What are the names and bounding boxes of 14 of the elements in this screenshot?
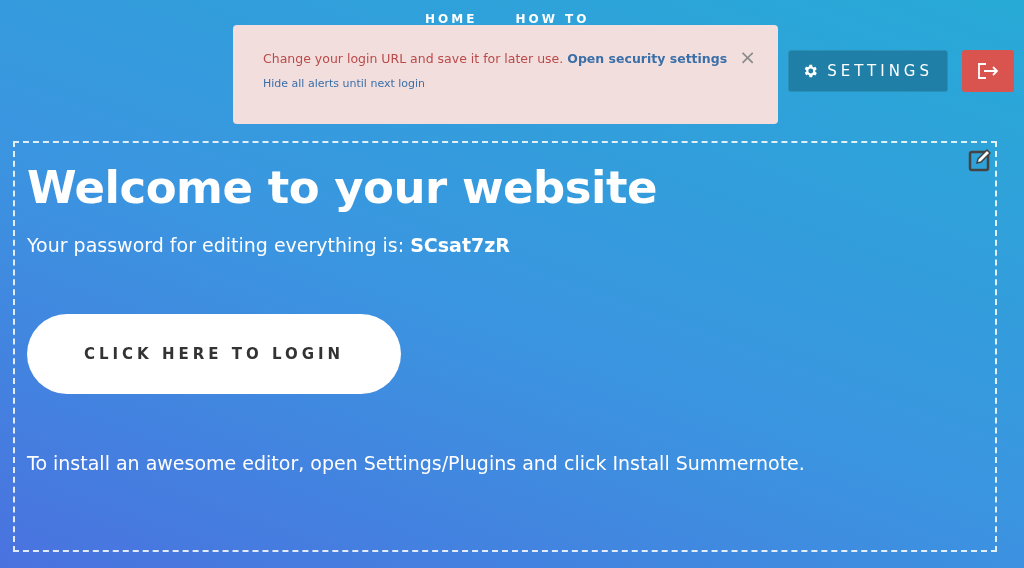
nav-link[interactable]: HOME <box>425 12 478 26</box>
settings-button[interactable]: SETTINGS <box>788 50 948 92</box>
logout-icon <box>977 62 999 80</box>
password-text: Your password for editing everything is: SCsat7zR <box>27 234 511 256</box>
page-heading: Welcome to your website <box>27 161 658 214</box>
alert-message: Change your login URL and save it for later use. Open security settings <box>263 51 728 66</box>
hide-alerts-link[interactable]: Hide all alerts until next login <box>263 77 426 90</box>
logout-button[interactable] <box>962 50 1014 92</box>
security-settings-link[interactable]: Open security settings <box>567 51 728 66</box>
edit-icon[interactable] <box>968 148 992 172</box>
nav-link[interactable]: HOW TO <box>515 12 590 26</box>
login-button[interactable]: CLICK HERE TO LOGIN <box>27 314 401 394</box>
editor-hint: To install an awesome editor, open Settings/Plugins and click Install Summernote. <box>27 452 806 474</box>
close-button[interactable]: × <box>739 47 756 67</box>
